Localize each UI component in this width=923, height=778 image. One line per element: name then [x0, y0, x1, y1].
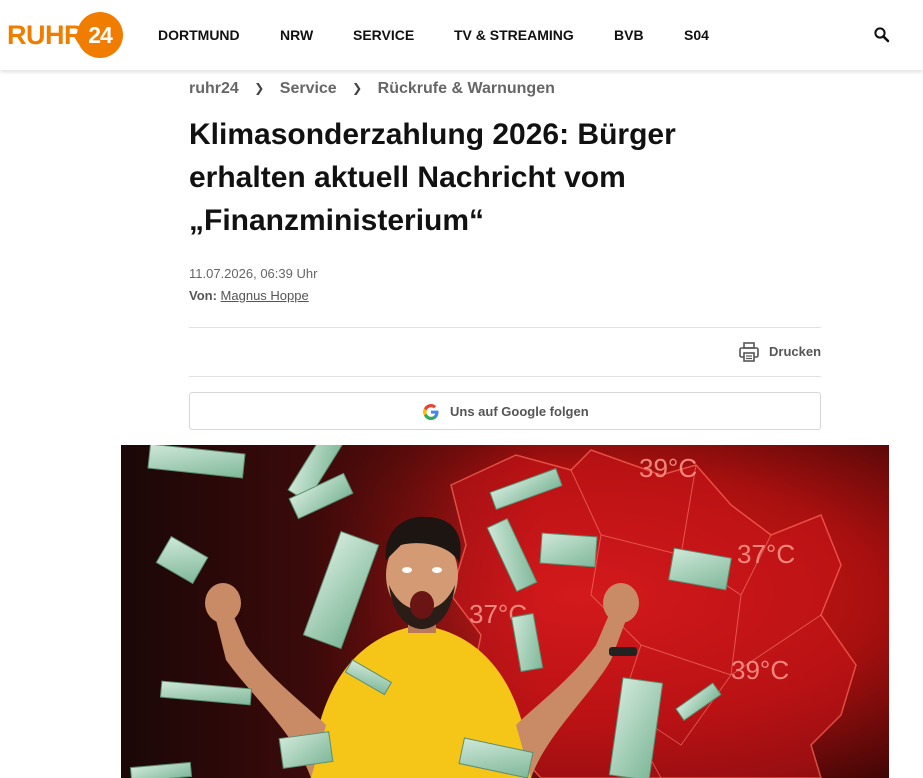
print-label: Drucken [769, 344, 822, 359]
breadcrumb: ruhr24 ❯ Service ❯ Rückrufe & Warnungen [189, 79, 555, 99]
nav-item-dortmund[interactable]: DORTMUND [158, 26, 240, 44]
article-author: Von: Magnus Hoppe [189, 288, 309, 303]
google-follow-label: Uns auf Google folgen [450, 404, 589, 419]
site-header: RUHR 24 DORTMUND NRW SERVICE TV & STREAM… [0, 0, 923, 70]
breadcrumb-item-service[interactable]: Service [280, 79, 337, 99]
divider [189, 327, 821, 328]
nav-item-s04[interactable]: S04 [684, 26, 709, 44]
divider [189, 376, 821, 377]
breadcrumb-separator-icon: ❯ [254, 81, 265, 95]
google-g-icon [423, 404, 439, 420]
search-button[interactable] [871, 24, 893, 46]
logo-wordmark: RUHR [7, 20, 84, 50]
search-icon [874, 27, 890, 43]
nav-item-nrw[interactable]: NRW [280, 26, 313, 44]
hero-illustration: 39°C 37°C 37°C 39°C [121, 445, 889, 778]
temp-label: 39°C [731, 655, 789, 685]
google-follow-button[interactable]: Uns auf Google folgen [189, 392, 821, 430]
printer-icon [739, 342, 759, 362]
nav-item-bvb[interactable]: BVB [614, 26, 644, 44]
breadcrumb-item-rueckrufe[interactable]: Rückrufe & Warnungen [378, 79, 555, 99]
breadcrumb-separator-icon: ❯ [352, 81, 363, 95]
author-link[interactable]: Magnus Hoppe [221, 288, 309, 303]
nav-item-tv-streaming[interactable]: TV & STREAMING [454, 26, 574, 44]
nav-item-service[interactable]: SERVICE [353, 26, 414, 44]
site-logo[interactable]: RUHR 24 [7, 12, 129, 58]
breadcrumb-item-home[interactable]: ruhr24 [189, 79, 239, 99]
logo-badge: 24 [77, 12, 123, 58]
author-prefix: Von: [189, 288, 217, 303]
temp-label: 37°C [737, 539, 795, 569]
hero-image[interactable]: 39°C 37°C 37°C 39°C [121, 445, 889, 778]
article-date: 11.07.2026, 06:39 Uhr [189, 266, 318, 281]
temp-label: 39°C [639, 453, 697, 483]
article-headline: Klimasonderzahlung 2026: Bürger erhalten… [189, 118, 676, 237]
